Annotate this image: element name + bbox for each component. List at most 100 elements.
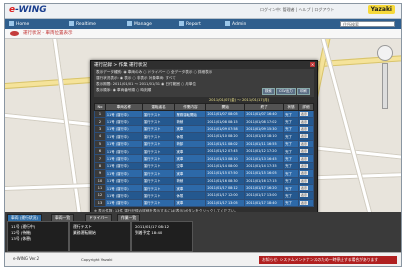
vehicle-list: 11号 (運行中) 12号 (待機) 13号 (休憩) [7,221,69,252]
detail-button[interactable]: 表示 [300,163,309,168]
detail-button[interactable]: 表示 [300,141,309,146]
table-row[interactable]: 7 11号 (運行中) 運行テスト 実車 2011/01/13 08:10 2011/01… [94,154,314,163]
table-row[interactable]: 5 11号 (運行中) 運行テスト 荷卸 2011/01/11 08:02 2011/01… [94,139,314,148]
address-search-input[interactable]: 住所検索 [340,21,395,27]
table-cell: 2011/01/09 07:58 [205,124,246,134]
table-cell: 運行テスト [141,191,176,200]
table-row[interactable]: 10 11号 (運行中) 運行テスト 荷積 2011/01/16 08:30 2011/0… [94,176,314,185]
table-cell: 2011/01/16 17:15 [244,176,285,185]
detail-button[interactable]: 表示 [300,193,309,198]
column-header[interactable]: 終了 [244,103,285,111]
list-item[interactable]: 業務運転開始 [73,230,96,236]
menu-admin[interactable]: Admin [225,21,246,27]
detail-button[interactable]: 表示 [300,186,309,191]
map-pan-control[interactable] [377,45,393,61]
table-cell: 11号 (運行中) [104,146,143,156]
table-cell: 完了 [283,191,300,200]
vehicle-panel: 車両 (運行状況) 車両一覧 ドライバー 作業一覧 11号 (運行中) 12号 … [5,212,401,252]
header-links[interactable]: ログイン中: 管理者 | ヘルプ | ログアウト [260,7,334,13]
table-cell: 表示 [298,161,314,171]
table-cell: 11号 (運行中) [104,183,143,193]
table-cell: 2011/01/07 08:05 [205,109,246,119]
table-cell: 11号 (運行中) [104,198,143,208]
list-item[interactable]: 2011/01/17 08:12 [135,224,169,229]
table-cell: 2011/01/11 08:02 [205,139,246,148]
column-header[interactable]: 詳細 [298,103,314,111]
column-header[interactable]: 状態 [283,103,300,111]
table-cell: 11 [94,183,106,193]
table-row[interactable]: 9 11号 (運行中) 運行テスト 実車 2011/01/15 07:50 2011/01… [94,169,314,178]
csv-export-button[interactable]: CSV出力 [276,88,296,95]
table-cell: 2011/01/13 08:10 [205,154,246,163]
column-header[interactable]: No [94,103,106,111]
map-zoom-slider[interactable] [382,63,388,109]
table-cell: 10 [94,176,106,185]
table-row[interactable]: 12 11号 (運行中) 運行テスト 休憩 2011/01/17 12:00 2011/0… [94,191,314,200]
table-cell: 実車 [174,198,207,208]
table-cell: 運行テスト [141,183,176,193]
close-icon[interactable]: × [310,62,315,67]
table-cell: 実車 [174,183,207,193]
detail-button[interactable]: 表示 [300,156,309,161]
table-cell: 2011/01/17 16:20 [244,183,285,193]
table-cell: 運行テスト [141,198,176,208]
table-cell: 運行テスト [141,124,176,134]
list-item[interactable]: 到着予定 18:40 [135,230,162,236]
filter-data-type[interactable]: 表示データ種別: ◉ 車両のみ ○ ドライバー ○ 全データ表示 ○ 詳細表示 [96,70,212,75]
detail-button[interactable]: 表示 [300,200,309,205]
print-button[interactable]: 印刷 [297,88,310,95]
table-cell: 完了 [283,139,300,148]
table-cell: 実車 [174,154,207,163]
table-cell: 11号 (運行中) [104,109,143,119]
table-cell: 完了 [283,161,300,171]
detail-button[interactable]: 表示 [300,119,309,124]
notice-banner[interactable]: お知らせ: システムメンテナンスのため一時停止する場合があります [259,256,397,264]
menu-home[interactable]: Home [9,21,29,27]
table-cell: 休憩 [174,132,207,141]
table-cell: 完了 [283,169,300,178]
table-row[interactable]: 1 11号 (運行中) 運行テスト 業務運転開始 2011/01/07 08:05 201… [94,109,314,119]
menu-manage[interactable]: Manage [127,21,152,27]
column-header[interactable]: 運転者名 [141,103,176,111]
table-row[interactable]: 2 11号 (運行中) 運行テスト 荷積 2011/01/08 08:15 2011/01… [94,117,314,126]
table-row[interactable]: 3 11号 (運行中) 運行テスト 実車 2011/01/09 07:58 2011/01… [94,124,314,134]
table-cell: 完了 [283,132,300,141]
menu-realtime[interactable]: Realtime [69,21,96,27]
detail-button[interactable]: 表示 [300,171,309,176]
detail-button[interactable]: 表示 [300,112,309,117]
status-app-name: e-WING Ver.2 [13,256,40,261]
detail-button[interactable]: 表示 [300,126,309,131]
table-cell: 11号 (運行中) [104,176,143,185]
detail-button[interactable]: 表示 [300,149,309,154]
detail-button[interactable]: 表示 [300,178,309,183]
table-row[interactable]: 8 11号 (運行中) 運行テスト 空車 2011/01/14 08:00 2011/01… [94,161,314,171]
menu-report[interactable]: Report [179,21,201,27]
column-header[interactable]: 車両名称 [104,103,143,111]
table-cell: 2011/01/14 17:35 [244,161,285,171]
table-cell: 運行テスト [141,139,176,148]
status-indicator-icon [10,31,19,36]
table-row[interactable]: 13 11号 (運行中) 運行テスト 実車 2011/01/17 13:05 2011/0… [94,198,314,208]
table-cell: 2011/01/14 08:00 [205,161,246,171]
column-header[interactable]: 開始 [205,103,246,111]
table-cell: 2011/01/16 08:30 [205,176,246,185]
table-cell: 表示 [298,139,314,148]
table-cell: 休憩 [174,191,207,200]
detail-button[interactable]: 表示 [300,134,309,139]
brand-logo: Yazaki [367,5,395,14]
table-cell: 表示 [298,198,314,208]
filter-sort-order[interactable]: 表示順序: ◉ 車両番号順 ○ 時刻順 [96,88,151,93]
table-row[interactable]: 11 11号 (運行中) 運行テスト 実車 2011/01/17 08:12 2011/0… [94,183,314,193]
filter-period[interactable]: 表示期間: 2011/01/01 ～ 2011/01/31 ◉ 日付範囲 ○ 月… [96,82,196,87]
table-row[interactable]: 4 11号 (運行中) 運行テスト 休憩 2011/01/10 08:20 2011/01… [94,132,314,141]
dialog-title: 運行記録 > 作業 運行状況 [94,63,148,68]
filter-status-display[interactable]: 運行状況表示: ◉ 表示 ○ 非表示 対象車両: すべて [96,76,176,81]
table-cell: 11号 (運行中) [104,132,143,141]
table-row[interactable]: 6 11号 (運行中) 運行テスト 実車 2011/01/12 07:45 2011/01… [94,146,314,156]
list-item[interactable]: 13号 (休憩) [11,236,31,242]
table-cell: 7 [94,154,106,163]
search-button[interactable]: 検索 [262,88,275,95]
column-header[interactable]: 作業内容 [174,103,207,111]
table-cell: 6 [94,146,106,156]
table-cell: 表示 [298,191,314,200]
